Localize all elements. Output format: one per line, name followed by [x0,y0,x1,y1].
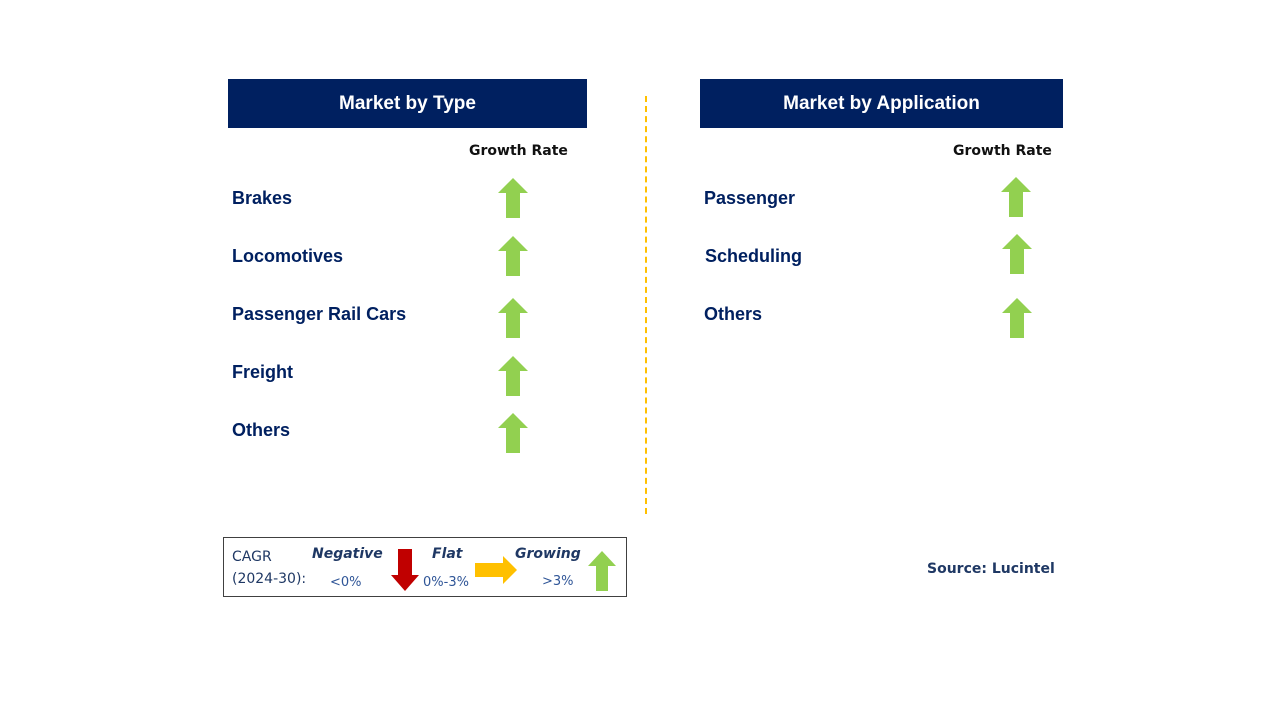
type-row-label: Locomotives [232,246,344,266]
market-by-type-header: Market by Type [228,79,587,128]
market-by-type-title: Market by Type [339,92,476,114]
legend-flat-label: Flat [432,546,463,562]
legend-growing-range: >3% [542,574,574,589]
arrow-up-icon [1002,298,1032,338]
legend-flat-range: 0%-3% [423,575,469,590]
type-row-label: Passenger Rail Cars [232,304,407,324]
arrow-up-icon [588,551,616,591]
legend-negative-label: Negative [312,546,383,562]
arrow-up-icon [498,413,528,453]
arrow-up-icon [498,178,528,218]
legend-cagr-label: CAGR [232,549,272,565]
legend-negative-range: <0% [330,575,362,590]
source-label: Source: Lucintel [927,561,1055,577]
market-by-application-header: Market by Application [700,79,1063,128]
arrow-up-icon [498,236,528,276]
legend-period-label: (2024-30): [232,571,307,587]
arrow-up-icon [1002,234,1032,274]
application-row-label: Others [704,304,763,324]
arrow-up-icon [498,298,528,338]
type-row-label: Others [232,420,291,440]
right-growth-rate-label: Growth Rate [953,143,1052,159]
arrow-right-icon [475,556,517,584]
market-by-application-title: Market by Application [783,92,980,114]
cagr-legend: CAGR (2024-30): Negative <0% Flat 0%-3% … [223,537,627,597]
legend-growing-label: Growing [515,546,581,562]
type-row-label: Brakes [232,188,293,208]
arrow-down-icon [391,549,419,591]
left-growth-rate-label: Growth Rate [469,143,568,159]
application-row-label: Scheduling [705,246,803,266]
panel-divider [645,96,647,514]
type-row-label: Freight [232,362,293,382]
arrow-up-icon [1001,177,1031,217]
application-row-label: Passenger [704,188,796,208]
arrow-up-icon [498,356,528,396]
